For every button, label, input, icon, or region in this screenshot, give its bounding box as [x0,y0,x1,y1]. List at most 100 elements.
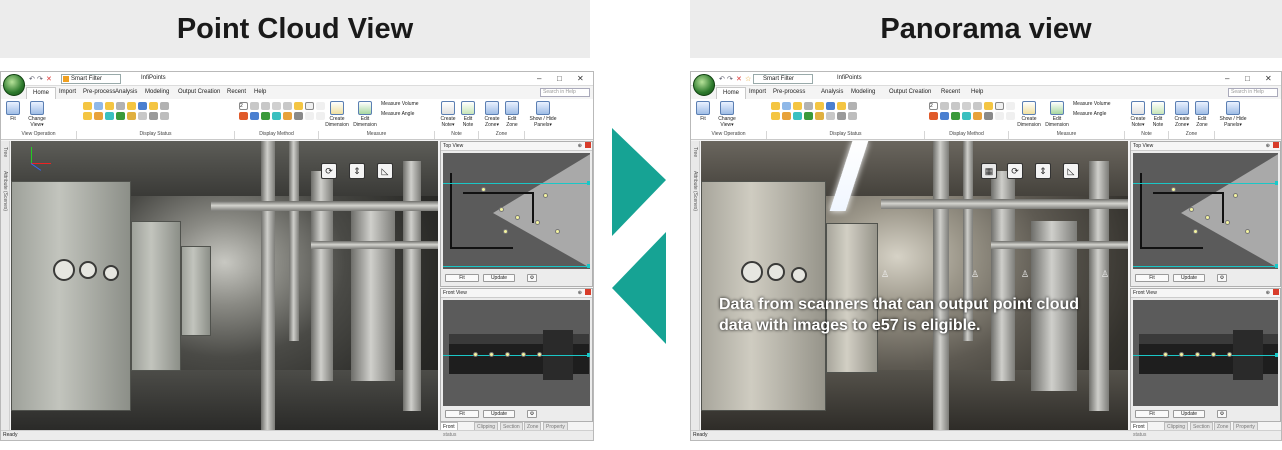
close-button[interactable]: ✕ [1265,74,1272,83]
display-status-icons[interactable] [83,102,169,120]
settings-icon[interactable]: ⚙ [1217,274,1227,282]
scan-point[interactable] [1211,352,1216,357]
top-view-canvas[interactable] [1133,153,1278,269]
create-zone-button[interactable]: Create Zone▾ [483,101,501,128]
tab-recent[interactable]: Recent [227,89,246,95]
star-icon[interactable]: ☆ [745,75,751,83]
create-zone-button[interactable]: Create Zone▾ [1173,101,1191,128]
show-hide-panels-button[interactable]: Show / Hide Panels▾ [1218,101,1248,128]
help-search-input[interactable]: Search in Help [540,88,590,97]
scan-position-marker-icon[interactable]: ♙ [1021,269,1029,280]
clip-line-bottom[interactable] [443,266,590,267]
create-note-button[interactable]: Create Note▾ [439,101,457,128]
undo-icon[interactable]: ↶ [719,75,725,83]
tab-import[interactable]: Import [59,89,76,95]
rotate-tool-icon[interactable]: ⟳ [1007,163,1023,179]
edit-note-button[interactable]: Edit Note [459,101,477,128]
maximize-button[interactable]: □ [557,74,562,83]
tab-modeling[interactable]: Modeling [851,89,875,95]
side-tab-tree[interactable]: Tree [692,147,698,157]
measure-volume-button[interactable]: Measure Volume [381,101,433,107]
settings-icon[interactable]: ⚙ [527,410,537,418]
scan-point[interactable] [521,352,526,357]
front-update-button[interactable]: Update [483,410,515,418]
minimize-button[interactable]: – [1225,74,1229,83]
scan-point[interactable] [1179,352,1184,357]
edit-note-button[interactable]: Edit Note [1149,101,1167,128]
rotate-tool-icon[interactable]: ⟳ [321,163,337,179]
minimize-button[interactable]: – [537,74,541,83]
redo-icon[interactable]: ↷ [37,75,43,83]
redo-icon[interactable]: ↷ [727,75,733,83]
pin-icon[interactable]: ⊕ [1266,289,1270,297]
app-menu-button[interactable] [3,74,25,96]
scan-point[interactable] [1205,215,1210,220]
edit-dimension-button[interactable]: Edit Dimension [351,101,379,128]
scan-point[interactable] [535,220,540,225]
edit-dimension-button[interactable]: Edit Dimension [1043,101,1071,128]
clip-handle[interactable] [1275,353,1278,357]
scan-point[interactable] [1189,207,1194,212]
front-view-canvas[interactable] [1133,300,1278,406]
top-view-canvas[interactable] [443,153,590,269]
side-tab-tree[interactable]: Tree [2,147,8,157]
tab-home[interactable]: Home [26,87,57,99]
help-search-input[interactable]: Search in Help [1228,88,1278,97]
clip-handle[interactable] [587,181,590,185]
tab-import[interactable]: Import [749,89,766,95]
clip-line[interactable] [1133,355,1278,356]
scan-position-marker-icon[interactable]: ♙ [971,269,979,280]
pin-icon[interactable]: ⊕ [578,142,582,150]
display-method-icons[interactable]: 2 [239,102,325,120]
tab-help[interactable]: Help [254,89,266,95]
undo-icon[interactable]: ↶ [29,75,35,83]
scan-point[interactable] [1193,229,1198,234]
scan-point[interactable] [537,352,542,357]
clip-handle[interactable] [1275,181,1278,185]
clip-line-top[interactable] [443,183,590,184]
front-fit-button[interactable]: Fit [1135,410,1169,418]
maximize-button[interactable]: □ [1245,74,1250,83]
scan-point[interactable] [555,229,560,234]
close-panel-icon[interactable] [585,289,591,295]
show-hide-panels-button[interactable]: Show / Hide Panels▾ [528,101,558,128]
tab-modeling[interactable]: Modeling [145,89,169,95]
top-fit-button[interactable]: Fit [445,274,479,282]
scan-point[interactable] [1227,352,1232,357]
scan-point[interactable] [473,352,478,357]
measure-angle-button[interactable]: Measure Angle [381,111,433,117]
panorama-viewport[interactable]: ▦ ⟳ ⇕ ◺ ♙ ♙ ♙ ♙ [701,141,1128,430]
measure-volume-button[interactable]: Measure Volume [1073,101,1125,107]
edit-zone-button[interactable]: Edit Zone [1193,101,1211,128]
scan-point[interactable] [505,352,510,357]
scan-point[interactable] [515,215,520,220]
scan-point[interactable] [1163,352,1168,357]
scan-point[interactable] [1171,187,1176,192]
walk-tool-icon[interactable]: ⇕ [349,163,365,179]
delete-icon[interactable]: ✕ [736,75,742,83]
close-button[interactable]: ✕ [577,74,584,83]
pin-icon[interactable]: ⊕ [578,289,582,297]
change-view-button[interactable]: Change View▾ [715,101,739,128]
tab-output-creation[interactable]: Output Creation [889,89,931,95]
edit-zone-button[interactable]: Edit Zone [503,101,521,128]
fit-button[interactable]: Fit [5,101,21,122]
settings-icon[interactable]: ⚙ [527,274,537,282]
top-fit-button[interactable]: Fit [1135,274,1169,282]
fly-tool-icon[interactable]: ◺ [377,163,393,179]
tab-recent[interactable]: Recent [941,89,960,95]
clip-handle[interactable] [1275,264,1278,268]
create-dimension-button[interactable]: Create Dimension [323,101,351,128]
measure-angle-button[interactable]: Measure Angle [1073,111,1125,117]
scan-position-marker-icon[interactable]: ♙ [1101,269,1109,280]
panorama-icon[interactable]: ▦ [981,163,997,179]
walk-tool-icon[interactable]: ⇕ [1035,163,1051,179]
settings-icon[interactable]: ⚙ [1217,410,1227,418]
side-tab-attribute[interactable]: Attribute (Scenes) [2,171,8,211]
fly-tool-icon[interactable]: ◺ [1063,163,1079,179]
fit-button[interactable]: Fit [695,101,711,122]
scan-point[interactable] [1233,193,1238,198]
tab-home[interactable]: Home [716,87,747,99]
scan-point[interactable] [489,352,494,357]
front-update-button[interactable]: Update [1173,410,1205,418]
